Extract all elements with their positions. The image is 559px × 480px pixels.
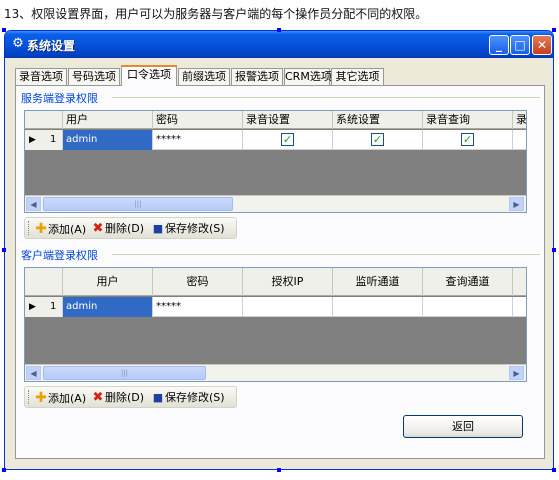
client-toolbar: ✚添加(A) ✖ 删除(D) ■ 保存修改(S): [24, 386, 237, 408]
row-header[interactable]: ▶ 1: [25, 130, 63, 150]
scroll-right-button[interactable]: ▶: [509, 197, 524, 211]
server-group-label: 服务端登录权限: [21, 92, 98, 105]
server-permissions-grid[interactable]: 用户 密码 录音设置 系统设置 录音查询 录 ▶ 1 admin ***** ✓…: [24, 110, 527, 213]
group-divider: [112, 254, 540, 255]
close-button[interactable]: ✕: [532, 35, 552, 55]
add-icon: ✚: [35, 390, 47, 406]
scroll-thumb[interactable]: |||: [43, 197, 233, 211]
back-button[interactable]: 返回: [403, 415, 523, 438]
resize-handle: [552, 468, 556, 472]
tab-prefix-options[interactable]: 前缀选项: [178, 68, 230, 85]
delete-icon: ✖: [92, 390, 104, 405]
save-button[interactable]: ■ 保存修改(S): [151, 220, 225, 238]
cell-password[interactable]: *****: [153, 130, 243, 150]
table-row[interactable]: ▶ 1 admin *****: [25, 297, 526, 317]
tab-alarm-options[interactable]: 报警选项: [231, 68, 283, 85]
resize-handle: [552, 248, 556, 252]
scroll-left-button[interactable]: ◀: [26, 366, 41, 380]
add-icon: ✚: [35, 221, 47, 237]
current-row-arrow-icon: ▶: [29, 302, 36, 312]
horizontal-scrollbar[interactable]: ◀ ||| ▶: [25, 195, 526, 212]
settings-window: ⚙ 系统设置 _ □ ✕ 录音选项 号码选项 口令选项 前缀选项 报警选项 CR…: [4, 30, 554, 470]
cell-truncated[interactable]: [513, 130, 526, 150]
window-title: 系统设置: [27, 39, 76, 53]
toolbar-grip[interactable]: [28, 390, 31, 404]
row-header-corner: [25, 111, 63, 129]
minimize-button[interactable]: _: [489, 35, 509, 55]
save-icon: ■: [152, 391, 164, 404]
column-header-truncated[interactable]: 录: [513, 111, 526, 129]
group-divider: [112, 97, 540, 98]
column-header-monitor-channel[interactable]: 监听通道: [333, 268, 423, 296]
delete-label: 删除(D): [105, 391, 145, 404]
add-button[interactable]: ✚添加(A): [34, 389, 86, 407]
horizontal-scrollbar[interactable]: ◀ ||| ▶: [25, 364, 526, 381]
gear-icon: ⚙: [12, 36, 24, 51]
cell-recording-settings[interactable]: ✓: [243, 130, 333, 150]
cell-query-channel[interactable]: [423, 297, 513, 317]
resize-handle: [2, 248, 6, 252]
delete-button[interactable]: ✖ 删除(D): [91, 389, 145, 407]
column-header-user[interactable]: 用户: [63, 268, 153, 296]
scroll-right-button[interactable]: ▶: [509, 366, 524, 380]
resize-handle: [277, 468, 281, 472]
resize-handle: [2, 28, 6, 32]
column-header-password[interactable]: 密码: [153, 111, 243, 129]
column-header-user[interactable]: 用户: [63, 111, 153, 129]
recording-query-checkbox[interactable]: ✓: [461, 133, 474, 146]
column-header-system-settings[interactable]: 系统设置: [333, 111, 423, 129]
cell-authorized-ip[interactable]: [243, 297, 333, 317]
row-number: 1: [50, 301, 57, 312]
current-row-arrow-icon: ▶: [29, 135, 36, 145]
grid-header: 用户 密码 授权IP 监听通道 查询通道: [25, 268, 526, 296]
server-toolbar: ✚添加(A) ✖ 删除(D) ■ 保存修改(S): [24, 217, 237, 239]
client-group-label: 客户端登录权限: [21, 249, 98, 262]
cell-system-settings[interactable]: ✓: [333, 130, 423, 150]
scroll-left-button[interactable]: ◀: [26, 197, 41, 211]
tab-password-options[interactable]: 口令选项: [121, 65, 177, 86]
save-label: 保存修改(S): [165, 222, 225, 235]
row-header[interactable]: ▶ 1: [25, 297, 63, 317]
resize-handle: [552, 28, 556, 32]
delete-button[interactable]: ✖ 删除(D): [91, 220, 145, 238]
table-row[interactable]: ▶ 1 admin ***** ✓ ✓ ✓: [25, 130, 526, 150]
add-label: 添加(A): [48, 223, 87, 236]
column-header-authorized-ip[interactable]: 授权IP: [243, 268, 333, 296]
client-permissions-grid[interactable]: 用户 密码 授权IP 监听通道 查询通道 ▶ 1 admin ***** ◀ |…: [24, 267, 527, 382]
column-header-query-channel[interactable]: 查询通道: [423, 268, 513, 296]
save-label: 保存修改(S): [165, 391, 225, 404]
recording-settings-checkbox[interactable]: ✓: [281, 133, 294, 146]
cell-user[interactable]: admin: [63, 130, 153, 150]
maximize-button[interactable]: □: [510, 35, 530, 55]
page-caption: 13、权限设置界面，用户可以为服务器与客户端的每个操作员分配不同的权限。: [4, 7, 428, 21]
tab-recording-options[interactable]: 录音选项: [15, 68, 67, 85]
delete-icon: ✖: [92, 221, 104, 236]
cell-password[interactable]: *****: [153, 297, 243, 317]
resize-handle: [277, 28, 281, 32]
tab-crm-options[interactable]: CRM选项: [284, 68, 332, 85]
add-button[interactable]: ✚添加(A): [34, 220, 86, 238]
cell-truncated[interactable]: [513, 297, 526, 317]
scroll-thumb[interactable]: |||: [43, 366, 206, 380]
row-number: 1: [50, 134, 57, 145]
add-label: 添加(A): [48, 392, 87, 405]
grid-header: 用户 密码 录音设置 系统设置 录音查询 录: [25, 111, 526, 129]
title-bar[interactable]: ⚙ 系统设置 _ □ ✕: [5, 31, 553, 58]
save-button[interactable]: ■ 保存修改(S): [151, 389, 225, 407]
cell-recording-query[interactable]: ✓: [423, 130, 513, 150]
resize-handle: [2, 468, 6, 472]
tab-other-options[interactable]: 其它选项: [331, 68, 384, 85]
tab-panel: 服务端登录权限 用户 密码 录音设置 系统设置 录音查询 录 ▶ 1 admin…: [15, 85, 545, 459]
column-header-recording-settings[interactable]: 录音设置: [243, 111, 333, 129]
cell-monitor-channel[interactable]: [333, 297, 423, 317]
save-icon: ■: [152, 222, 164, 235]
column-header-recording-query[interactable]: 录音查询: [423, 111, 513, 129]
system-settings-checkbox[interactable]: ✓: [371, 133, 384, 146]
cell-user[interactable]: admin: [63, 297, 153, 317]
toolbar-grip[interactable]: [28, 221, 31, 235]
delete-label: 删除(D): [105, 222, 145, 235]
row-header-corner: [25, 268, 63, 296]
tab-number-options[interactable]: 号码选项: [68, 68, 120, 85]
column-header-password[interactable]: 密码: [153, 268, 243, 296]
